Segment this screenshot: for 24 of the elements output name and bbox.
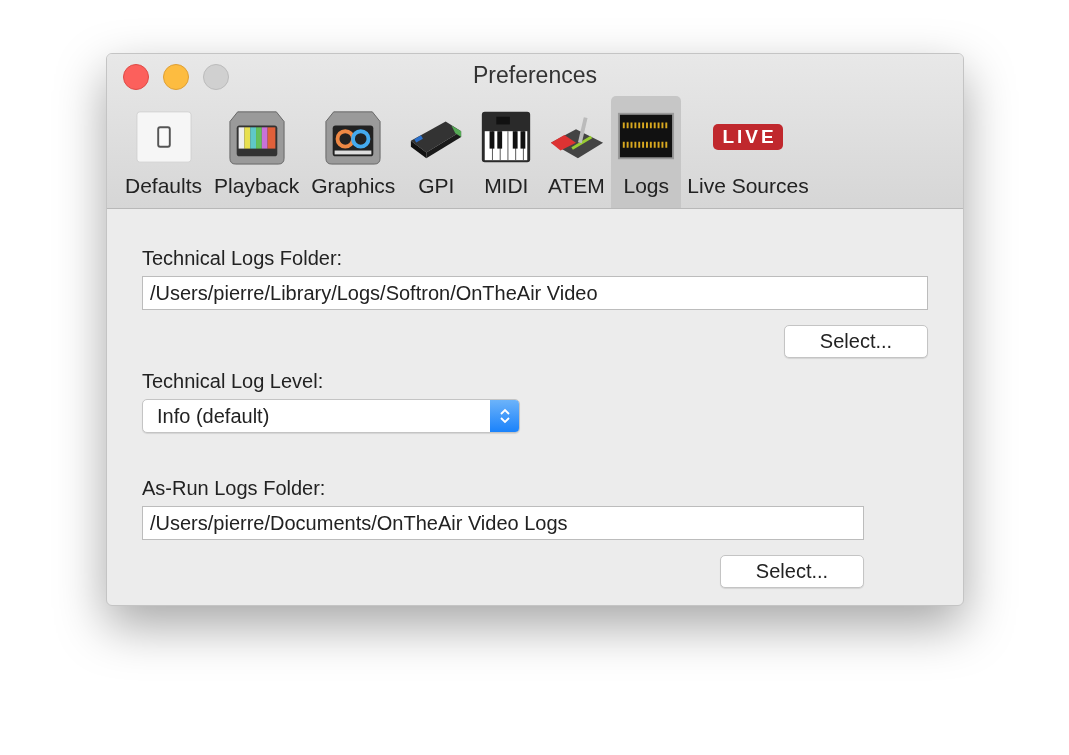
toolbar-tab[interactable]: GPI bbox=[401, 96, 472, 208]
select-button[interactable]: Select... bbox=[784, 325, 928, 358]
path-field[interactable]: /Users/pierre/Documents/OnTheAir Video Logs bbox=[142, 506, 864, 540]
field-label: Technical Logs Folder: bbox=[142, 247, 343, 270]
toolbar-tab[interactable]: MIDI bbox=[471, 96, 542, 208]
field-label: As-Run Logs Folder: bbox=[142, 477, 326, 500]
toolbar-tab[interactable]: Defaults bbox=[119, 96, 209, 208]
minimize-button[interactable] bbox=[163, 64, 189, 90]
live-icon: LIVE bbox=[713, 124, 783, 150]
toolbar-tab[interactable]: Playback bbox=[208, 96, 306, 208]
zoom-button[interactable] bbox=[203, 64, 229, 90]
chevron-icon bbox=[498, 407, 511, 425]
toolbar-tab[interactable]: LIVE Live Sources bbox=[681, 96, 815, 208]
toolbar-tab[interactable]: Graphics bbox=[305, 96, 402, 208]
tv-icon bbox=[227, 108, 286, 166]
toolbar-tab[interactable]: Logs bbox=[611, 96, 682, 208]
monitor-icon bbox=[324, 108, 383, 166]
field-label: Technical Log Level: bbox=[142, 370, 324, 393]
log-level-dropdown[interactable]: Info (default) bbox=[142, 399, 520, 433]
window-title: Preferences bbox=[473, 61, 597, 89]
path-field[interactable]: /Users/pierre/Library/Logs/Softron/OnTheAir Video bbox=[142, 276, 928, 310]
select-button[interactable]: Select... bbox=[720, 555, 864, 588]
close-button[interactable] bbox=[123, 64, 149, 90]
toolbar-tab[interactable]: ATEM bbox=[541, 96, 612, 208]
